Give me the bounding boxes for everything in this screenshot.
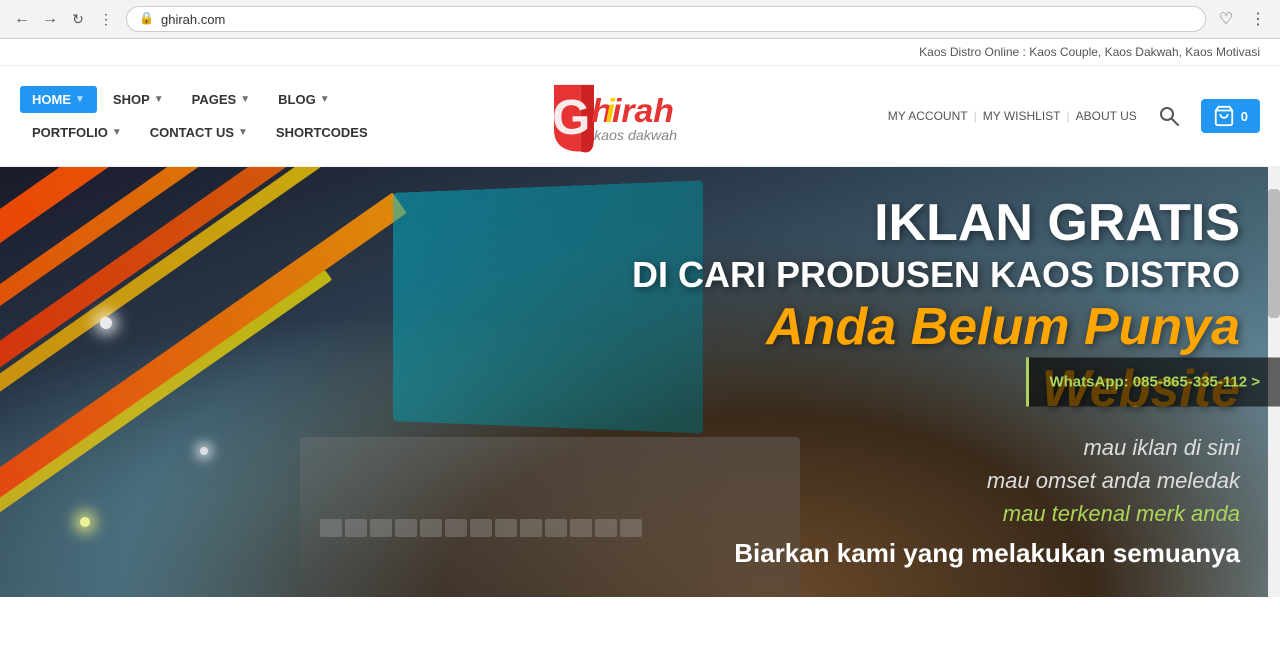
apps-button[interactable]: ⋮ xyxy=(94,7,118,31)
right-nav: MY ACCOUNT | MY WISHLIST | ABOUT US 0 xyxy=(888,99,1260,133)
portfolio-arrow: ▼ xyxy=(112,127,122,138)
my-wishlist-link[interactable]: MY WISHLIST xyxy=(983,109,1061,123)
nav-pages[interactable]: PAGES ▼ xyxy=(180,86,262,113)
back-button[interactable]: ← xyxy=(10,7,34,31)
right-nav-links: MY ACCOUNT | MY WISHLIST | ABOUT US xyxy=(888,109,1137,123)
address-bar[interactable]: 🔒 ghirah.com xyxy=(126,6,1206,32)
cart-button[interactable]: 0 xyxy=(1201,99,1260,133)
nav-row-2: PORTFOLIO ▼ CONTACT US ▼ SHORTCODES xyxy=(20,119,380,146)
svg-text:G: G xyxy=(552,91,590,145)
hero-text-line3: mau terkenal merk anda xyxy=(580,497,1240,530)
blog-arrow: ▼ xyxy=(320,94,330,105)
whatsapp-box: WhatsApp: 085-865-335-112 > xyxy=(1026,358,1280,407)
hero-banner: IKLAN GRATIS DI CARI PRODUSEN KAOS DISTR… xyxy=(0,167,1280,597)
separator-1: | xyxy=(974,109,977,123)
nav-shop[interactable]: SHOP ▼ xyxy=(101,86,176,113)
logo-area: G hirah i kaos dakwah xyxy=(380,76,888,156)
pages-arrow: ▼ xyxy=(240,94,250,105)
browser-toolbar: ← → ↻ ⋮ 🔒 ghirah.com ♡ ⋮ xyxy=(0,0,1280,38)
nav-row-1: HOME ▼ SHOP ▼ PAGES ▼ BLOG ▼ xyxy=(20,86,380,113)
browser-nav-buttons: ← → ↻ ⋮ xyxy=(10,7,118,31)
site-header: HOME ▼ SHOP ▼ PAGES ▼ BLOG ▼ PORTFOLIO ▼… xyxy=(0,66,1280,167)
cart-icon xyxy=(1213,105,1235,127)
nav-home[interactable]: HOME ▼ xyxy=(20,86,97,113)
svg-text:hirah: hirah xyxy=(591,92,674,130)
search-icon xyxy=(1159,106,1179,126)
nav-shortcodes[interactable]: SHORTCODES xyxy=(264,119,380,146)
url-text: ghirah.com xyxy=(161,12,225,27)
bookmark-button[interactable]: ♡ xyxy=(1214,7,1238,31)
hero-text-bottom: Biarkan kami yang melakukan semuanya xyxy=(580,538,1240,569)
hero-text-line2: mau omset anda meledak xyxy=(580,464,1240,497)
cart-count: 0 xyxy=(1241,109,1248,124)
hero-title-main: IKLAN GRATIS xyxy=(580,195,1240,252)
about-us-link[interactable]: ABOUT US xyxy=(1076,109,1137,123)
top-bar: Kaos Distro Online : Kaos Couple, Kaos D… xyxy=(0,39,1280,66)
hero-title-sub: DI CARI PRODUSEN KAOS DISTRO xyxy=(580,253,1240,296)
contact-arrow: ▼ xyxy=(238,127,248,138)
menu-button[interactable]: ⋮ xyxy=(1246,7,1270,31)
nav-blog[interactable]: BLOG ▼ xyxy=(266,86,341,113)
nav-portfolio[interactable]: PORTFOLIO ▼ xyxy=(20,119,134,146)
svg-text:kaos dakwah: kaos dakwah xyxy=(594,128,677,144)
my-account-link[interactable]: MY ACCOUNT xyxy=(888,109,968,123)
separator-2: | xyxy=(1067,109,1070,123)
topbar-text: Kaos Distro Online : Kaos Couple, Kaos D… xyxy=(919,45,1260,59)
browser-right-icons: ♡ ⋮ xyxy=(1214,7,1270,31)
main-nav: HOME ▼ SHOP ▼ PAGES ▼ BLOG ▼ PORTFOLIO ▼… xyxy=(20,86,380,146)
nav-contact-us[interactable]: CONTACT US ▼ xyxy=(138,119,260,146)
refresh-button[interactable]: ↻ xyxy=(66,7,90,31)
site-logo[interactable]: G hirah i kaos dakwah xyxy=(544,76,724,156)
lock-icon: 🔒 xyxy=(139,11,155,27)
browser-chrome: ← → ↻ ⋮ 🔒 ghirah.com ♡ ⋮ xyxy=(0,0,1280,39)
hero-text-line1: mau iklan di sini xyxy=(580,431,1240,464)
shop-arrow: ▼ xyxy=(154,94,164,105)
home-arrow: ▼ xyxy=(75,94,85,105)
svg-text:i: i xyxy=(605,92,615,130)
hero-text-lines: mau iklan di sini mau omset anda meledak… xyxy=(580,431,1240,530)
forward-button[interactable]: → xyxy=(38,7,62,31)
search-button[interactable] xyxy=(1153,100,1185,132)
whatsapp-link[interactable]: WhatsApp: 085-865-335-112 > xyxy=(1049,374,1260,391)
